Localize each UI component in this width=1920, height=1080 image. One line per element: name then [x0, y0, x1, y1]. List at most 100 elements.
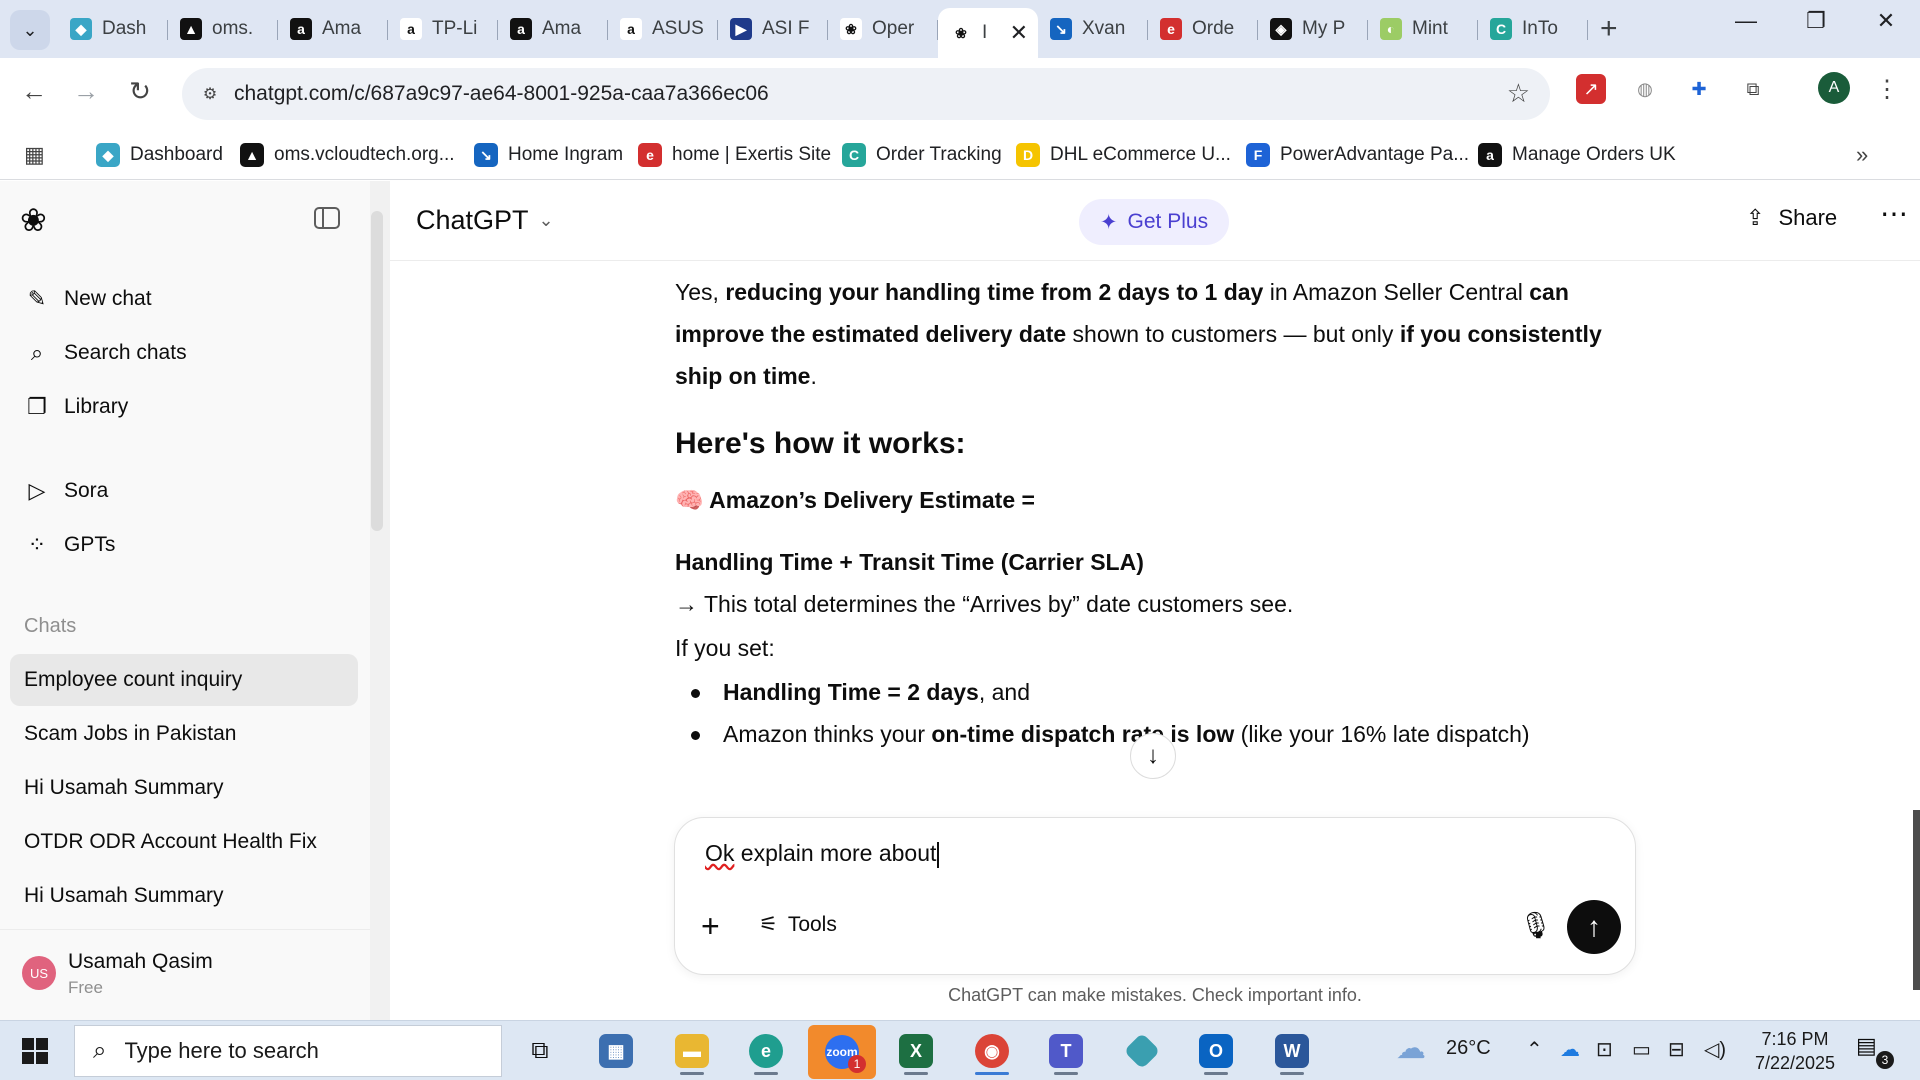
network-icon[interactable]: ⊟ — [1668, 1037, 1685, 1062]
browser-tab[interactable]: ▲ oms. — [168, 8, 278, 50]
browser-tab[interactable]: a ASUS — [608, 8, 718, 50]
share-button[interactable]: ⇪ Share — [1746, 205, 1837, 231]
profile-avatar[interactable]: A — [1818, 72, 1850, 104]
sidebar-item-sora[interactable]: ▷ Sora — [24, 471, 109, 511]
close-tab-icon[interactable]: ✕ — [1010, 20, 1028, 46]
tab-label: Oper — [872, 18, 915, 39]
forward-button[interactable]: → — [66, 76, 106, 107]
weather-icon[interactable]: ☁ — [1396, 1031, 1426, 1066]
extensions-puzzle-icon[interactable]: ⧉ — [1738, 74, 1768, 104]
taskbar-clock[interactable]: 7:16 PM 7/22/2025 — [1740, 1027, 1850, 1075]
file-explorer-app-icon[interactable]: ▬ — [668, 1027, 716, 1075]
zoom-app-icon[interactable]: zoom 1 — [808, 1025, 876, 1079]
more-options-icon[interactable]: ⋯ — [1880, 197, 1909, 230]
browser-tab[interactable]: ↘ Xvan — [1038, 8, 1148, 50]
tab-label: TP-Li — [432, 18, 478, 39]
pdf-extension-icon[interactable]: ↗ — [1576, 74, 1606, 104]
browser-tab[interactable]: a Ama — [278, 8, 388, 50]
minimize-button[interactable]: — — [1726, 8, 1766, 34]
back-button[interactable]: ← — [14, 76, 54, 107]
notification-center-icon[interactable]: ▤ 3 — [1856, 1033, 1894, 1069]
browser-tab[interactable]: ◈ My P — [1258, 8, 1368, 50]
edge-app-icon[interactable]: e — [742, 1027, 790, 1075]
chrome-app-icon[interactable]: ◉ — [968, 1027, 1016, 1075]
tools-button[interactable]: ⚟ Tools — [759, 912, 837, 937]
tab-search-button[interactable]: ⌄ — [10, 10, 50, 50]
taskbar-search-box[interactable]: ⌕ Type here to search — [74, 1025, 502, 1077]
model-selector[interactable]: ChatGPT ⌄ — [416, 205, 554, 236]
restore-button[interactable]: ❐ — [1796, 8, 1836, 34]
task-view-icon[interactable]: ⧉ — [516, 1027, 564, 1075]
new-tab-button[interactable]: + — [1600, 12, 1618, 46]
chat-history-item[interactable]: Scam Jobs in Pakistan — [10, 708, 358, 760]
browser-menu-icon[interactable]: ⋮ — [1872, 74, 1902, 104]
outlook-app-icon[interactable]: O — [1192, 1027, 1240, 1075]
more-bookmarks-icon[interactable]: » — [1856, 140, 1868, 170]
microphone-icon[interactable]: 🎙 — [1519, 910, 1552, 941]
address-bar[interactable]: ⚙ chatgpt.com/c/687a9c97-ae64-8001-925a-… — [182, 68, 1550, 120]
weather-temp[interactable]: 26°C — [1446, 1037, 1491, 1060]
vpn-extension-icon[interactable]: ✚ — [1684, 74, 1714, 104]
calculator-app-icon[interactable]: ▦ — [592, 1027, 640, 1075]
chat-history-item[interactable]: OTDR ODR Account Health Fix — [10, 816, 358, 868]
tab-favicon-icon: ▲ — [180, 18, 202, 40]
browser-tab[interactable]: a Ama — [498, 8, 608, 50]
close-window-button[interactable]: ✕ — [1866, 8, 1906, 34]
chat-scrollbar-thumb[interactable] — [1913, 810, 1920, 990]
chatgpt-logo-icon[interactable]: ❀ — [20, 201, 47, 239]
windows-start-button[interactable] — [22, 1038, 48, 1064]
globe-extension-icon[interactable]: ◍ — [1630, 74, 1660, 104]
browser-tab[interactable]: C InTo — [1478, 8, 1588, 50]
teams-app-icon[interactable]: T — [1042, 1027, 1090, 1075]
site-info-icon[interactable]: ⚙ — [196, 80, 224, 108]
sidebar-scrollbar-thumb[interactable] — [371, 211, 383, 531]
sidebar-item-search-chats[interactable]: ⌕ Search chats — [24, 333, 187, 373]
bookmark-item[interactable]: D DHL eCommerce U... — [1016, 140, 1231, 170]
chat-history-item[interactable]: Hi Usamah Summary — [10, 762, 358, 814]
volume-icon[interactable]: ◁) — [1704, 1037, 1726, 1062]
sidebar-item-new-chat[interactable]: ✎ New chat — [24, 279, 152, 319]
battery-icon[interactable]: ▭ — [1632, 1037, 1651, 1062]
bookmark-item[interactable]: F PowerAdvantage Pa... — [1246, 140, 1469, 170]
excel-app-icon[interactable]: X — [892, 1027, 940, 1075]
bookmark-item[interactable]: a Manage Orders UK — [1478, 140, 1676, 170]
apps-grid-icon[interactable]: ▦ — [24, 140, 45, 170]
onedrive-icon[interactable]: ☁ — [1560, 1037, 1580, 1062]
browser-tab[interactable]: a TP-Li — [388, 8, 498, 50]
message-composer[interactable]: Ok explain more about + ⚟ Tools 🎙 ↑ — [674, 817, 1636, 975]
security-icon[interactable]: ⊡ — [1596, 1037, 1613, 1062]
library-icon: ❐ — [27, 394, 47, 419]
chat-history-item[interactable]: Hi Usamah Summary — [10, 870, 358, 922]
browser-tab[interactable]: ◆ Dash — [58, 8, 168, 50]
sidebar-toggle-icon[interactable] — [314, 207, 340, 229]
prompt-input[interactable]: Ok explain more about — [705, 840, 940, 868]
get-plus-button[interactable]: ✦ Get Plus — [1079, 199, 1229, 245]
browser-tab[interactable]: ▶ ASI F — [718, 8, 828, 50]
disclaimer-text: ChatGPT can make mistakes. Check importa… — [948, 985, 1362, 1005]
chat-history-item[interactable]: Employee count inquiry — [10, 654, 358, 706]
tab-label: ASUS — [652, 18, 704, 39]
sidebar-item-gpts[interactable]: ⁘ GPTs — [24, 525, 116, 565]
bookmark-star-icon[interactable]: ☆ — [1507, 78, 1530, 109]
reload-button[interactable]: ↻ — [120, 76, 160, 107]
chevron-up-icon[interactable]: ⌃ — [1526, 1037, 1543, 1062]
browser-tab[interactable]: ❀ Oper — [828, 8, 938, 50]
browser-tab[interactable]: ◐ Mint — [1368, 8, 1478, 50]
azure-app-icon[interactable] — [1118, 1027, 1166, 1075]
gpts-grid-icon: ⁘ — [27, 532, 47, 557]
bookmark-item[interactable]: ▲ oms.vcloudtech.org... — [240, 140, 455, 170]
bookmark-item[interactable]: C Order Tracking — [842, 140, 1002, 170]
user-account-menu[interactable]: US Usamah Qasim Free — [0, 929, 370, 1019]
sliders-icon: ⚟ — [759, 913, 778, 936]
add-attachment-button[interactable]: + — [701, 908, 720, 945]
bookmark-item[interactable]: e home | Exertis Site — [638, 140, 831, 170]
word-app-icon[interactable]: W — [1268, 1027, 1316, 1075]
sidebar-item-label: Sora — [64, 479, 109, 502]
scroll-down-button[interactable]: ↓ — [1130, 733, 1176, 779]
sidebar-item-library[interactable]: ❐ Library — [24, 387, 128, 427]
browser-tab[interactable]: e Orde — [1148, 8, 1258, 50]
bookmark-item[interactable]: ◆ Dashboard — [96, 140, 223, 170]
bookmark-item[interactable]: ↘ Home Ingram — [474, 140, 623, 170]
browser-tab[interactable]: ❀ I ✕ — [938, 8, 1038, 58]
send-button[interactable]: ↑ — [1567, 900, 1621, 954]
